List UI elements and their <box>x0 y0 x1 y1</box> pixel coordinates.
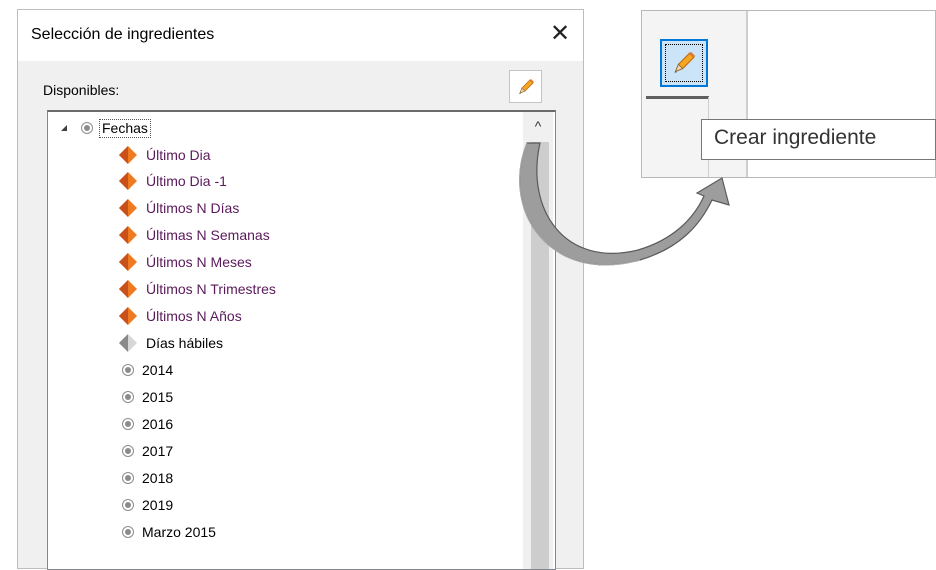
curved-arrow-icon <box>519 142 730 266</box>
